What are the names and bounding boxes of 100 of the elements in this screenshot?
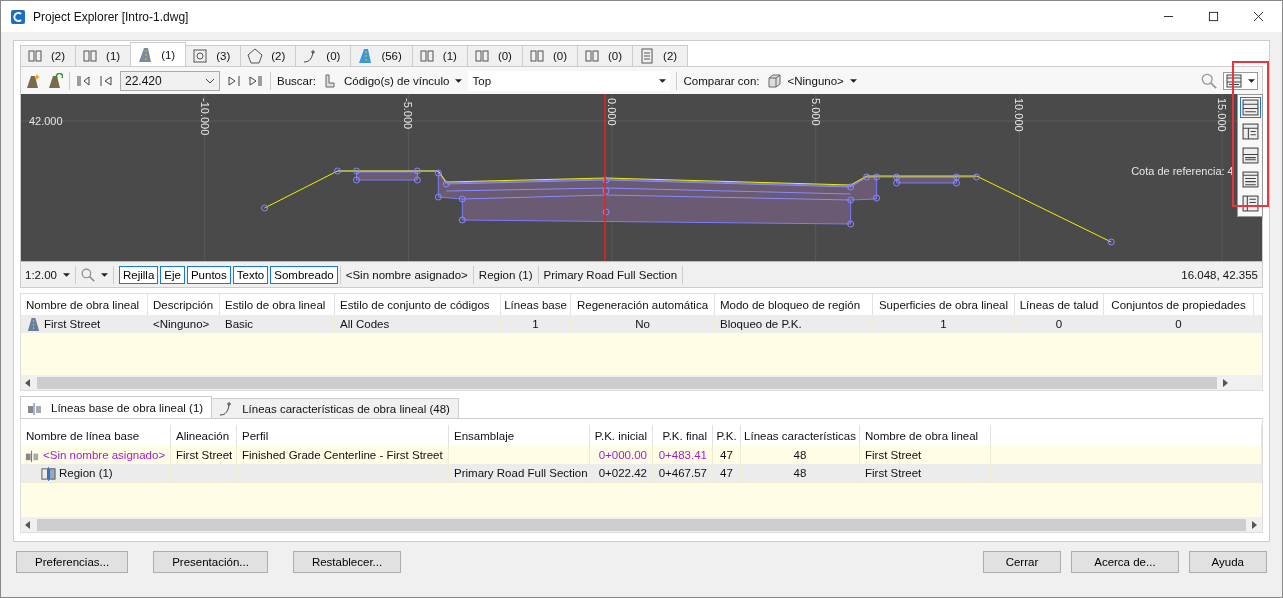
display-toggle[interactable]: Rejilla	[119, 265, 159, 284]
section-info: Primary Road Full Section	[543, 268, 678, 281]
table-row[interactable]: First Street <Ninguno> Basic All Codes 1 No Bloqueo de P.K. 1 0 0	[21, 315, 1262, 333]
table-cell: 0+467.57	[658, 467, 707, 479]
close-icon[interactable]	[1253, 11, 1264, 22]
target-icon	[192, 48, 209, 64]
horizontal-scrollbar[interactable]	[21, 517, 1262, 532]
offset-label: 5.000	[809, 98, 822, 126]
station-dropdown[interactable]: 22.420	[120, 70, 220, 91]
view-layout-button[interactable]	[1223, 71, 1258, 90]
add-corridor-icon[interactable]	[25, 72, 41, 89]
table-cell: 1	[532, 318, 539, 330]
footer-button[interactable]: Cerrar	[982, 551, 1062, 573]
table-cell: <Sin nombre asignado>	[43, 449, 166, 461]
display-toggle[interactable]: Eje	[160, 265, 185, 284]
horizontal-scrollbar[interactable]	[21, 375, 1262, 390]
offset-label: 10.000	[1013, 98, 1026, 132]
zoom-dropdown[interactable]	[81, 267, 108, 282]
table-cell: First Street	[44, 318, 101, 330]
cursor-coordinates: 16.048, 42.355	[1181, 268, 1258, 281]
layout-option[interactable]	[1239, 145, 1261, 166]
layout-icon	[1241, 123, 1259, 140]
table-cell: 1	[940, 318, 947, 330]
table-cell: First Street	[865, 467, 922, 479]
object-tab[interactable]: (1)	[75, 45, 132, 66]
display-toggle[interactable]: Texto	[232, 265, 269, 284]
compare-label: Comparar con:	[683, 74, 760, 87]
table-cell: First Street	[176, 449, 233, 461]
layout-option[interactable]	[1239, 121, 1261, 142]
search-type-dropdown[interactable]: Código(s) de vínculo	[344, 74, 463, 87]
table-cell: Primary Road Full Section	[454, 467, 588, 479]
corridor-icon	[26, 316, 41, 332]
table-cell: 47	[720, 467, 733, 479]
layout-option[interactable]	[1239, 169, 1261, 190]
scroll-right-icon[interactable]	[1252, 520, 1258, 529]
table-cell: Finished Grade Centerline - First Street	[242, 449, 443, 461]
panels-icon	[473, 48, 490, 64]
search-label: Buscar:	[277, 74, 316, 87]
table-row[interactable]: <Sin nombre asignado> First Street Finished Grade Centerline - First Street 0+000.00 0+483.41 47 48 First Street	[21, 446, 1262, 464]
chevron-down-icon	[205, 77, 215, 84]
table-cell: Basic	[225, 318, 254, 330]
offset-label: 15.000	[1216, 98, 1229, 132]
footer-button[interactable]: Restablecer...	[292, 551, 402, 573]
table-cell: No	[635, 318, 650, 330]
footer-button[interactable]: Acerca de...	[1071, 551, 1179, 573]
link-code-icon	[322, 72, 338, 89]
object-tab[interactable]: (3)	[185, 45, 242, 66]
scroll-left-icon[interactable]	[25, 378, 31, 387]
section-info: <Sin nombre asignado>	[345, 268, 468, 281]
footer-button[interactable]: Preferencias...	[16, 551, 129, 573]
panels-icon	[27, 48, 43, 64]
panels-icon	[418, 48, 435, 64]
object-tab[interactable]: (0)	[466, 45, 523, 66]
section-info: Region (1)	[478, 268, 533, 281]
zoom-icon[interactable]	[1201, 72, 1217, 89]
layout-icon	[1241, 99, 1259, 116]
maximize-icon[interactable]	[1208, 11, 1219, 22]
offset-label: 0.000	[606, 98, 619, 126]
layout-icon	[1241, 147, 1259, 164]
table-cell: 0+000.00	[598, 449, 647, 461]
scale-dropdown[interactable]: 1:2.00	[25, 268, 70, 281]
caret-icon	[1248, 78, 1255, 83]
detail-tab[interactable]: Líneas características de obra lineal (48)	[211, 398, 459, 418]
object-tab[interactable]: (56)	[350, 45, 413, 66]
panels-icon	[82, 48, 99, 64]
offset-label: -10.000	[198, 98, 211, 136]
layout-option[interactable]	[1239, 97, 1261, 118]
table-cell: 0+022.42	[598, 467, 647, 479]
panels-icon	[528, 48, 545, 64]
caret-icon	[659, 78, 667, 83]
road-icon	[137, 46, 154, 63]
object-tab[interactable]: (0)	[521, 45, 578, 66]
footer-button[interactable]: Ayuda	[1188, 551, 1267, 573]
search-value-dropdown[interactable]: Top	[468, 70, 671, 91]
scroll-left-icon[interactable]	[25, 520, 31, 529]
object-tab[interactable]: (0)	[295, 45, 352, 66]
scroll-right-icon[interactable]	[1223, 378, 1229, 387]
object-tab[interactable]: (2)	[20, 45, 77, 66]
object-tab[interactable]: (2)	[240, 45, 297, 66]
road-icon	[357, 48, 374, 64]
table-cell: 47	[720, 449, 733, 461]
table-cell: 48	[793, 467, 807, 479]
object-tab[interactable]: (2)	[632, 45, 689, 66]
table-cell: 0	[1055, 318, 1063, 330]
caret-icon	[455, 78, 463, 83]
rebuild-corridor-icon[interactable]	[47, 72, 63, 89]
compare-dropdown[interactable]: <Ninguno>	[787, 74, 857, 87]
table-cell: 0+483.41	[658, 449, 707, 461]
display-toggle[interactable]: Sombreado	[270, 265, 338, 284]
elevation-label: 42.000	[29, 115, 63, 127]
display-toggle[interactable]: Puntos	[186, 265, 231, 284]
table-row[interactable]: Region (1) Primary Road Full Section 0+022.42 0+467.57 47 48 First Street	[21, 464, 1262, 482]
table-cell: Bloqueo de P.K.	[720, 318, 802, 330]
object-tab[interactable]: (0)	[577, 45, 634, 66]
table-cell: 48	[793, 449, 807, 461]
object-tab[interactable]: (1)	[411, 45, 468, 66]
cube-icon	[765, 72, 782, 89]
panels-icon	[584, 48, 600, 64]
detail-tab[interactable]: Líneas base de obra lineal (1)	[20, 396, 213, 418]
footer-button[interactable]: Presentación...	[153, 551, 268, 573]
